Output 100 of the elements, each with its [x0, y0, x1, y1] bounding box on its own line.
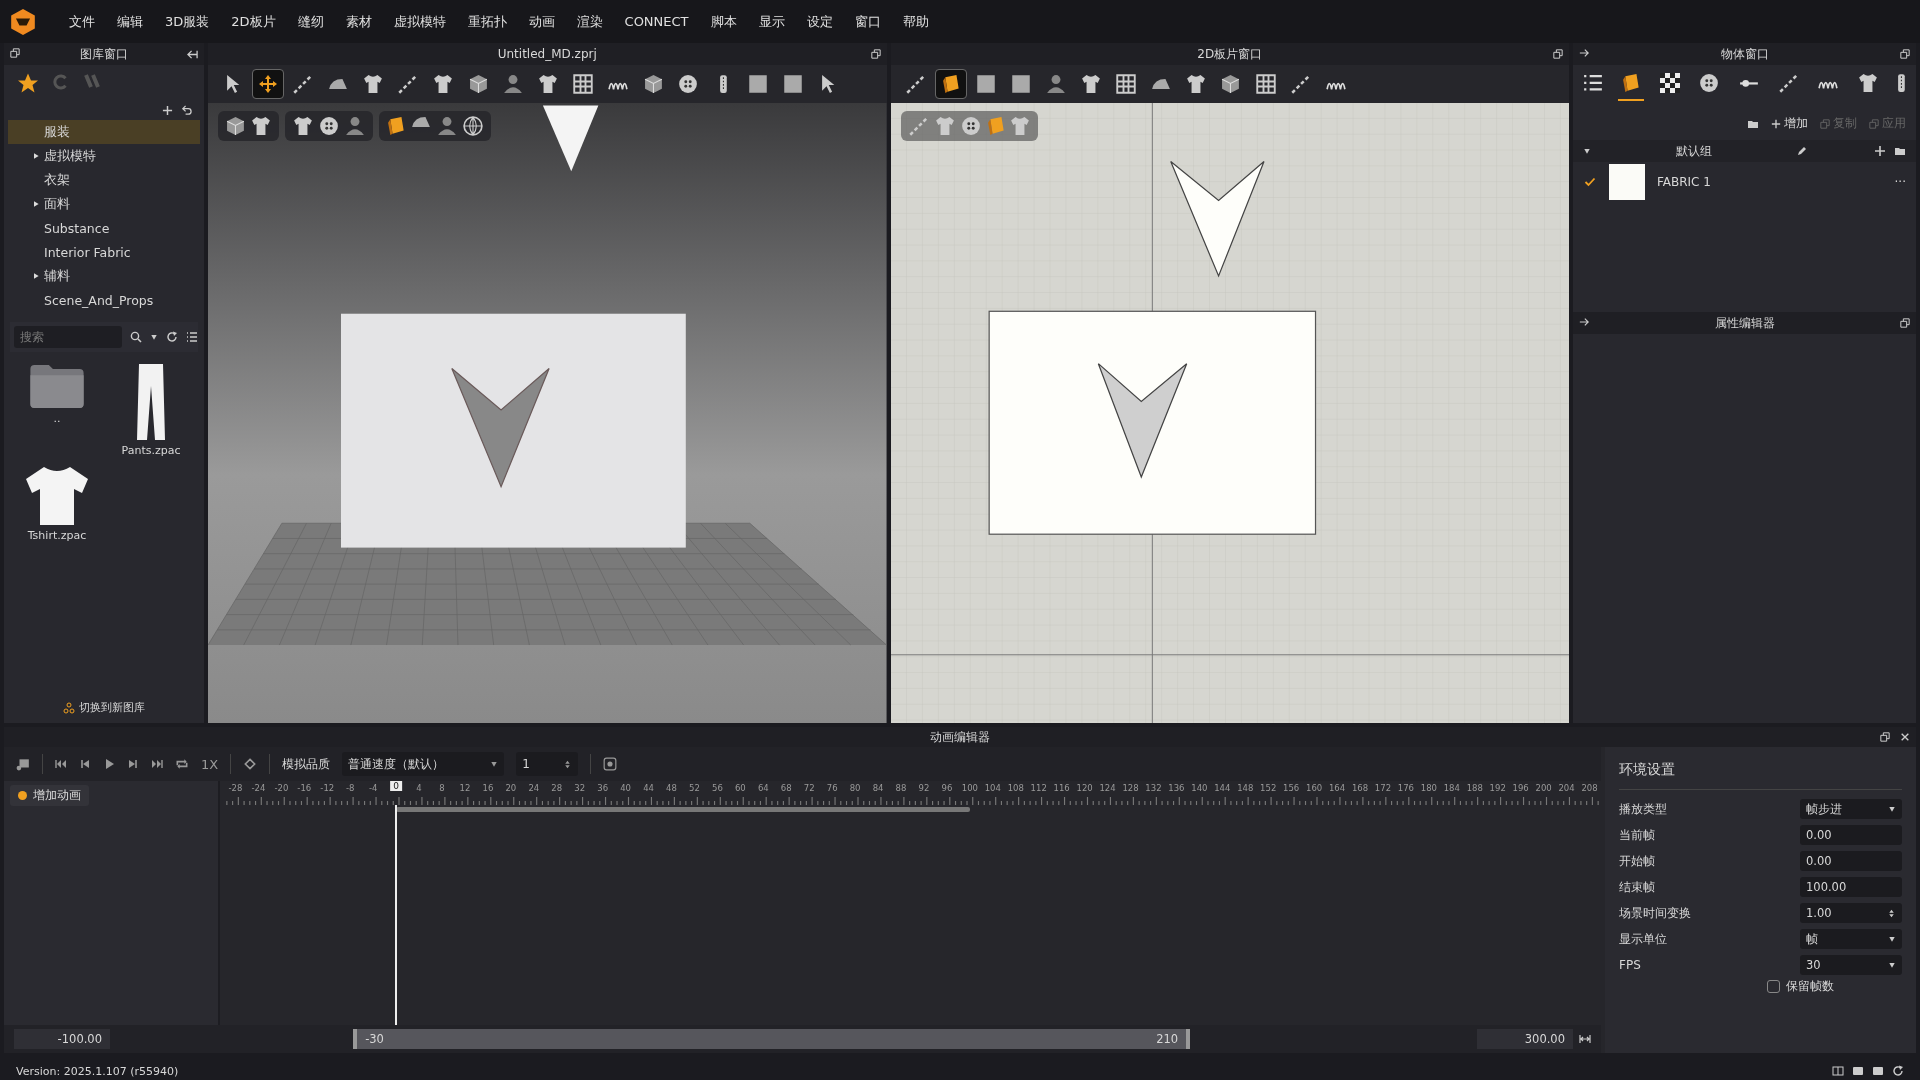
range-max-field[interactable]: 300.00 — [1477, 1029, 1573, 1049]
float-window-icon[interactable] — [1880, 732, 1890, 742]
file-name[interactable]: Tshirt.zpac — [27, 529, 87, 542]
switch-library-link[interactable]: 切换到新图库 — [63, 700, 145, 715]
menu-item[interactable]: 渲染 — [565, 12, 614, 31]
button-icon — [1699, 73, 1720, 93]
number-field[interactable]: 0.00 — [1800, 851, 1902, 871]
collapse-arrow-icon[interactable] — [187, 48, 198, 60]
search-field[interactable]: 搜索 — [14, 326, 122, 348]
dropdown[interactable]: 帧步进 — [1800, 799, 1902, 819]
collapse-arrow-icon[interactable] — [1583, 147, 1591, 155]
menu-item[interactable]: 设定 — [795, 12, 844, 31]
undo-icon[interactable] — [181, 105, 192, 116]
menu-item[interactable]: 缝纫 — [286, 12, 335, 31]
tool-button[interactable] — [253, 70, 283, 98]
more-button[interactable]: ··· — [1894, 175, 1906, 189]
menu-item[interactable]: 素材 — [334, 12, 383, 31]
dropdown-arrow-icon — [1888, 805, 1896, 813]
star-icon[interactable] — [18, 73, 38, 93]
checkbox[interactable] — [1583, 175, 1597, 189]
tick-label: 200 — [1535, 783, 1552, 793]
tree-item[interactable]: Interior Fabric — [8, 240, 200, 264]
dropdown[interactable]: 帧 — [1800, 929, 1902, 949]
camera-icon[interactable] — [16, 757, 30, 771]
tick-label: 64 — [757, 783, 769, 793]
tick-label: 184 — [1443, 783, 1460, 793]
tree-item[interactable]: Scene_And_Props — [8, 288, 200, 312]
tree-item[interactable]: 辅料 — [8, 264, 200, 288]
tick-label: 60 — [734, 783, 746, 793]
expand-arrow-icon[interactable] — [32, 200, 40, 208]
fabric-name[interactable]: FABRIC 1 — [1657, 175, 1883, 189]
action-button[interactable]: 增加 — [1771, 115, 1808, 132]
quality-dropdown[interactable]: 普通速度（默认） — [342, 752, 505, 776]
tree-item[interactable]: 虚拟模特 — [8, 144, 200, 168]
play-icon[interactable] — [103, 758, 115, 770]
menu-item[interactable]: 脚本 — [699, 12, 748, 31]
spin-field[interactable]: 1.00 — [1800, 903, 1902, 923]
float-window-icon[interactable] — [1900, 49, 1910, 59]
float-window-icon[interactable] — [1553, 49, 1563, 59]
menu-item[interactable]: 帮助 — [891, 12, 940, 31]
tick-label: 120 — [1076, 783, 1093, 793]
dropdown-arrow-icon[interactable] — [150, 333, 158, 341]
file-name[interactable]: Pants.zpac — [121, 444, 181, 457]
tree-item[interactable]: Substance — [8, 216, 200, 240]
step-forward-icon[interactable] — [127, 758, 139, 770]
menu-item[interactable]: 2D板片 — [220, 12, 287, 31]
edit-icon[interactable] — [1796, 145, 1808, 157]
menu-item[interactable]: 动画 — [517, 12, 566, 31]
search-icon[interactable] — [130, 331, 142, 343]
menu-item[interactable]: 3D服装 — [154, 12, 221, 31]
add-icon[interactable] — [162, 105, 173, 116]
tree-item[interactable]: 面料 — [8, 192, 200, 216]
expand-arrow-icon[interactable] — [32, 272, 40, 280]
playhead[interactable] — [395, 805, 398, 1025]
tool-button[interactable] — [935, 70, 966, 98]
checkbox[interactable] — [1767, 980, 1780, 993]
keyframe-icon[interactable] — [243, 757, 258, 771]
menu-item[interactable]: CONNECT — [613, 14, 700, 29]
menu-item[interactable]: 文件 — [58, 12, 106, 31]
file-name[interactable]: .. — [53, 412, 61, 425]
tree-item[interactable]: 衣架 — [8, 168, 200, 192]
setting-label: 开始帧 — [1619, 852, 1655, 870]
add-animation-button[interactable]: 增加动画 — [10, 785, 89, 806]
layout-icon[interactable] — [1832, 1065, 1844, 1077]
list-view-icon[interactable] — [186, 331, 198, 343]
step-back-icon[interactable] — [79, 758, 91, 770]
menu-item[interactable]: 显示 — [747, 12, 796, 31]
menu-item[interactable]: 窗口 — [843, 12, 892, 31]
loop-icon[interactable] — [175, 757, 189, 771]
speed-button[interactable]: 1X — [201, 756, 219, 772]
folder-icon[interactable] — [1894, 145, 1906, 157]
menu-item[interactable]: 虚拟模特 — [382, 12, 457, 31]
view-button-icon[interactable] — [1852, 1065, 1864, 1077]
number-field[interactable]: 0.00 — [1800, 825, 1902, 845]
quality-label: 模拟品质 — [282, 755, 331, 773]
tick-label: 8 — [439, 783, 445, 793]
fit-icon[interactable] — [1579, 1033, 1591, 1045]
arrow-icon[interactable] — [1579, 317, 1589, 327]
close-icon[interactable] — [1900, 732, 1910, 742]
refresh-icon[interactable] — [1892, 1065, 1904, 1077]
skip-start-icon[interactable] — [55, 758, 67, 770]
skip-end-icon[interactable] — [151, 758, 163, 770]
tree-item[interactable]: 服装 — [8, 120, 200, 144]
playhead-label[interactable]: 0 — [390, 781, 402, 791]
expand-arrow-icon[interactable] — [32, 152, 40, 160]
float-window-icon[interactable] — [870, 49, 881, 59]
add-icon[interactable] — [1874, 145, 1886, 157]
step-field[interactable]: 1 — [516, 752, 579, 776]
record-icon[interactable] — [603, 757, 618, 771]
float-window-icon[interactable] — [10, 48, 20, 58]
arrow-icon[interactable] — [1579, 48, 1589, 58]
dropdown[interactable]: 30 — [1800, 955, 1902, 975]
view-button-icon[interactable] — [1872, 1065, 1884, 1077]
refresh-icon[interactable] — [166, 331, 178, 343]
tick-label: 172 — [1374, 783, 1392, 793]
float-window-icon[interactable] — [1900, 318, 1910, 328]
menu-item[interactable]: 重拓扑 — [456, 12, 518, 31]
menu-item[interactable]: 编辑 — [106, 12, 154, 31]
range-min-field[interactable]: -100.00 — [14, 1029, 110, 1049]
number-field[interactable]: 100.00 — [1800, 877, 1902, 897]
